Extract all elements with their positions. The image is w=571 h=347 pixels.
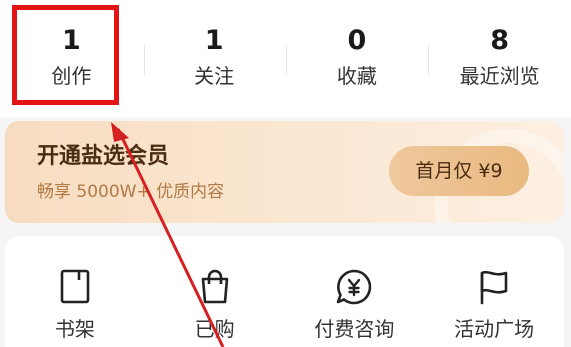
shortcut-activity-square-label: 活动广场 bbox=[454, 317, 535, 341]
vip-subscribe-button[interactable]: 首月仅 ¥9 bbox=[389, 146, 529, 196]
stat-favorites-label: 收藏 bbox=[336, 64, 377, 88]
stat-following-count: 1 bbox=[204, 25, 224, 56]
vip-subtitle: 畅享 5000W+ 优质内容 bbox=[37, 182, 225, 202]
shopping-bag-icon bbox=[195, 267, 235, 307]
flag-icon bbox=[474, 267, 514, 307]
bookshelf-icon bbox=[55, 267, 95, 307]
vip-title: 开通盐选会员 bbox=[37, 144, 170, 169]
shortcut-bookshelf[interactable]: 书架 bbox=[5, 236, 145, 347]
shortcut-purchased[interactable]: 已购 bbox=[145, 236, 285, 347]
shortcut-grid: 书架 已购 付费咨询 活动广场 bbox=[5, 236, 564, 347]
shortcut-activity-square[interactable]: 活动广场 bbox=[424, 236, 564, 347]
shortcut-purchased-label: 已购 bbox=[194, 317, 235, 341]
shortcut-paid-consult-label: 付费咨询 bbox=[314, 317, 395, 341]
stat-following[interactable]: 1 关注 bbox=[143, 0, 286, 118]
stat-divider bbox=[144, 45, 145, 75]
profile-page: 1 创作 1 关注 0 收藏 8 最近浏览 开通盐选会员 畅享 5000W+ 优… bbox=[0, 0, 571, 347]
stat-favorites-count: 0 bbox=[347, 25, 367, 56]
stat-following-label: 关注 bbox=[194, 64, 235, 88]
stat-recent-views-count: 8 bbox=[490, 25, 510, 56]
paid-consult-icon bbox=[334, 267, 374, 307]
stat-recent-views[interactable]: 8 最近浏览 bbox=[428, 0, 571, 118]
stat-recent-views-label: 最近浏览 bbox=[459, 64, 540, 88]
stat-divider bbox=[428, 45, 429, 75]
stat-divider bbox=[286, 45, 287, 75]
stat-favorites[interactable]: 0 收藏 bbox=[286, 0, 429, 118]
annotation-highlight-box bbox=[12, 5, 119, 105]
shortcut-paid-consult[interactable]: 付费咨询 bbox=[285, 236, 425, 347]
vip-banner[interactable]: 开通盐选会员 畅享 5000W+ 优质内容 首月仅 ¥9 bbox=[5, 121, 564, 223]
shortcut-bookshelf-label: 书架 bbox=[54, 317, 95, 341]
